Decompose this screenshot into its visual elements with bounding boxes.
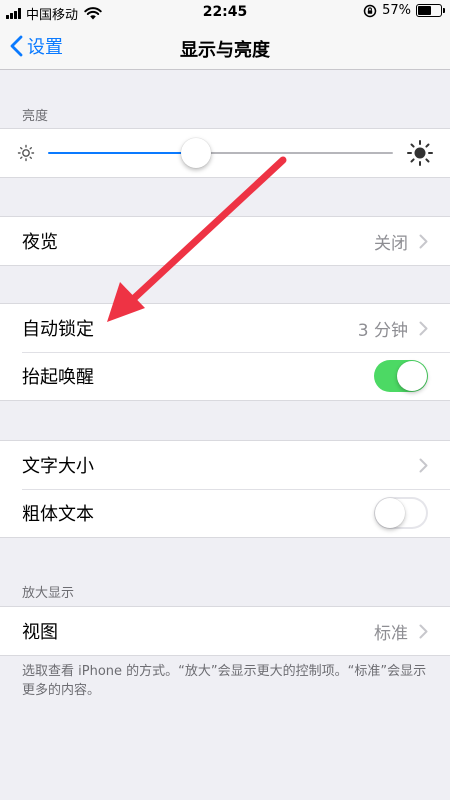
- text-group: 文字大小 粗体文本: [0, 440, 450, 538]
- zoom-view-label: 视图: [22, 622, 58, 643]
- chevron-right-icon: [419, 624, 428, 639]
- zoom-group: 视图 标准: [0, 606, 450, 656]
- battery-percent: 57%: [382, 3, 411, 18]
- auto-lock-value: 3 分钟: [357, 320, 408, 341]
- brightness-high-icon: [407, 140, 433, 166]
- text-size-label: 文字大小: [22, 456, 94, 477]
- bold-text-toggle[interactable]: [374, 497, 428, 529]
- status-right: 57%: [363, 3, 445, 18]
- brightness-track-filled: [48, 152, 197, 154]
- orientation-lock-icon: [363, 4, 377, 17]
- zoom-view-row[interactable]: 视图 标准: [0, 607, 450, 655]
- bold-text-row: 粗体文本: [0, 489, 450, 537]
- text-size-row[interactable]: 文字大小: [0, 441, 450, 489]
- night-shift-value: 关闭: [374, 233, 408, 254]
- brightness-group: [0, 128, 450, 178]
- zoom-view-value: 标准: [374, 623, 408, 644]
- chevron-right-icon: [419, 321, 428, 336]
- zoom-footer-note: 选取查看 iPhone 的方式。“放大”会显示更大的控制项。“标准”会显示更多的…: [22, 664, 427, 698]
- status-bar: 中国移动 22:45 57%: [0, 0, 450, 24]
- brightness-slider[interactable]: [0, 129, 450, 177]
- raise-to-wake-row: 抬起唤醒: [0, 352, 450, 400]
- battery-icon: [416, 4, 445, 17]
- auto-lock-label: 自动锁定: [22, 319, 94, 340]
- chevron-right-icon: [419, 458, 428, 473]
- brightness-slider-thumb[interactable]: [181, 138, 212, 168]
- navigation-bar: 设置 显示与亮度: [0, 24, 450, 70]
- auto-lock-row[interactable]: 自动锁定 3 分钟: [0, 304, 450, 352]
- brightness-section-header: 亮度: [22, 109, 49, 124]
- night-shift-group: 夜览 关闭: [0, 216, 450, 266]
- brightness-track: [196, 152, 393, 154]
- lock-group: 自动锁定 3 分钟 抬起唤醒: [0, 303, 450, 401]
- page-title: 显示与亮度: [180, 40, 270, 61]
- chevron-right-icon: [419, 234, 428, 249]
- raise-to-wake-label: 抬起唤醒: [22, 367, 94, 388]
- zoom-section-header: 放大显示: [22, 586, 75, 601]
- brightness-low-icon: [17, 144, 35, 162]
- night-shift-label: 夜览: [22, 232, 58, 253]
- raise-to-wake-toggle[interactable]: [374, 360, 428, 392]
- night-shift-row[interactable]: 夜览 关闭: [0, 217, 450, 265]
- bold-text-label: 粗体文本: [22, 504, 94, 525]
